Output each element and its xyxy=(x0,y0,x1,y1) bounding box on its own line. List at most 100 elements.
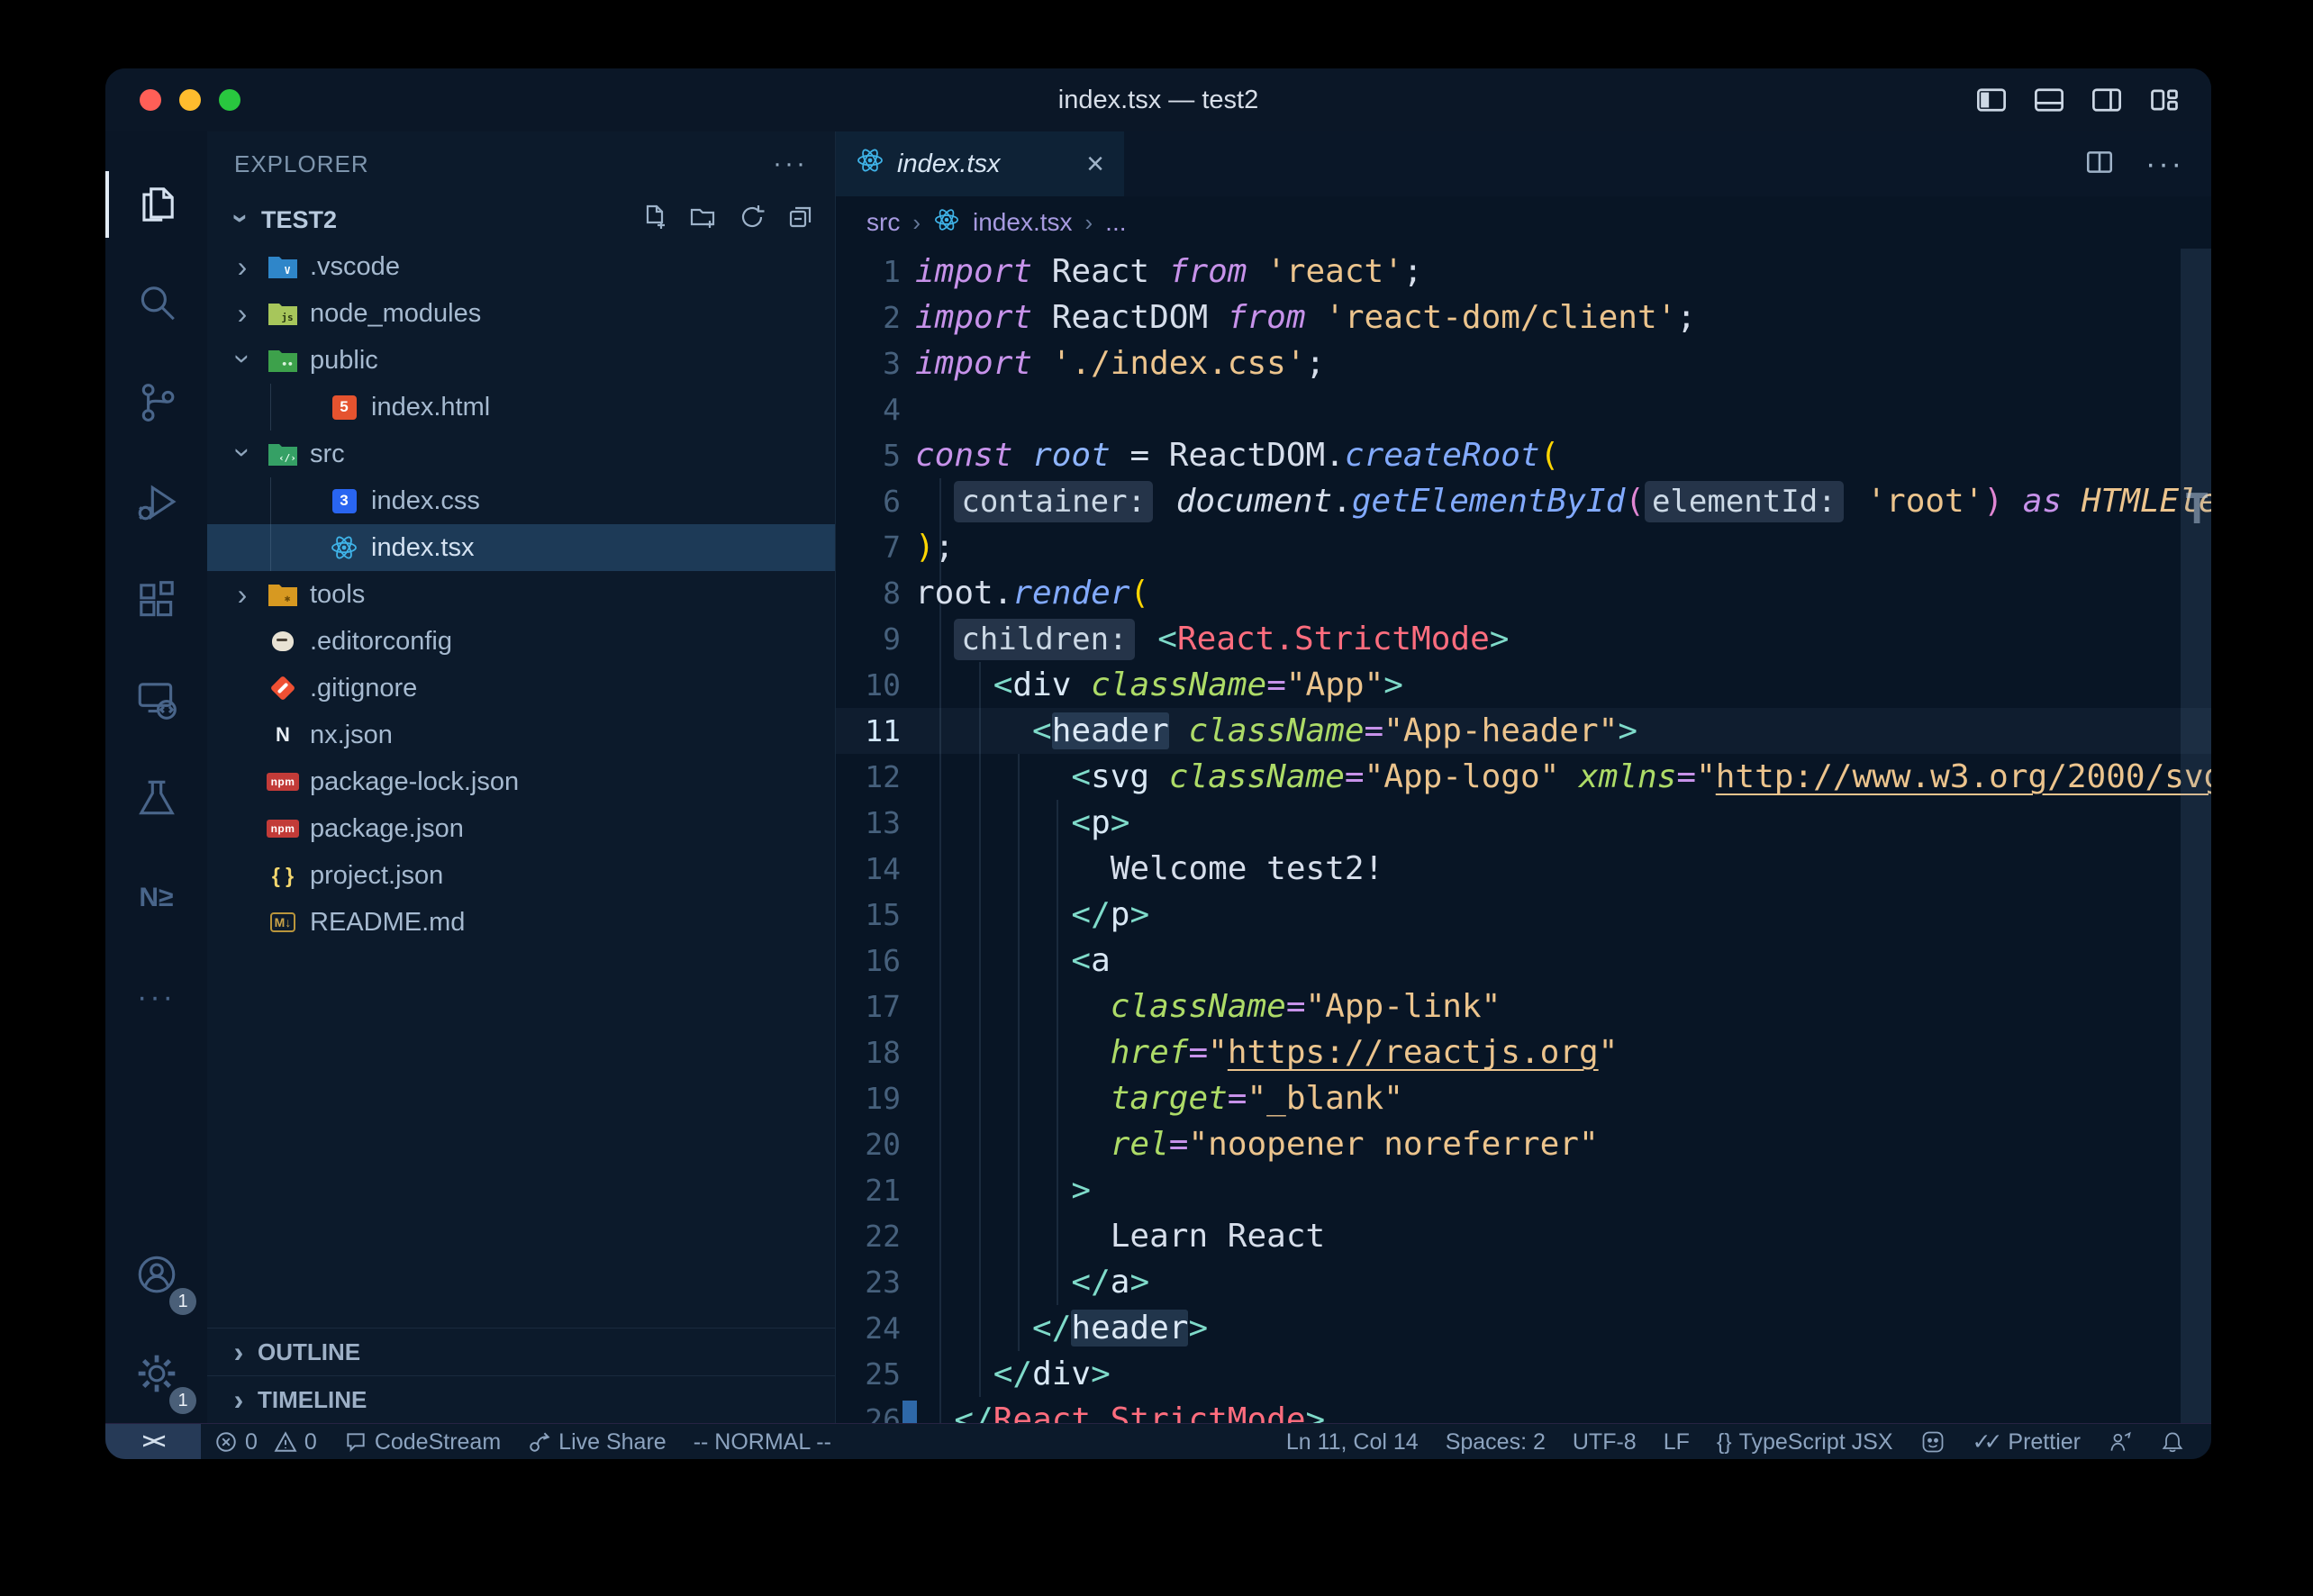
tree-item-tools[interactable]: ›✱tools xyxy=(207,571,835,618)
live-share-status[interactable]: Live Share xyxy=(514,1424,680,1459)
code-line-2[interactable]: 2import ReactDOM from 'react-dom/client'… xyxy=(836,295,2211,340)
code-line-18[interactable]: 18 href="https://reactjs.org" xyxy=(836,1029,2211,1075)
explorer-more-icon[interactable]: ··· xyxy=(773,149,808,179)
code-line-3[interactable]: 3import './index.css'; xyxy=(836,340,2211,386)
encoding[interactable]: UTF-8 xyxy=(1559,1424,1650,1459)
toggle-primary-sidebar-icon[interactable] xyxy=(1975,84,2008,116)
search-icon[interactable] xyxy=(105,254,207,353)
breadcrumb-symbol[interactable]: ... xyxy=(1105,208,1126,237)
zoom-window-button[interactable] xyxy=(219,89,240,111)
close-window-button[interactable] xyxy=(140,89,161,111)
code-line-11[interactable]: 11 <header className="App-header"> xyxy=(836,708,2211,754)
code-line-19[interactable]: 19 target="_blank" xyxy=(836,1075,2211,1121)
project-root-row[interactable]: › TEST2 xyxy=(207,196,835,243)
tree-item-index.html[interactable]: ›5index.html xyxy=(207,384,835,431)
prettier-status[interactable]: ✓✓ Prettier xyxy=(1959,1424,2095,1459)
code-text: <a xyxy=(915,938,1111,984)
code-line-15[interactable]: 15 </p> xyxy=(836,892,2211,938)
extensions-icon[interactable] xyxy=(105,551,207,650)
code-line-17[interactable]: 17 className="App-link" xyxy=(836,984,2211,1029)
editor-more-actions-icon[interactable]: ··· xyxy=(2145,147,2184,182)
tree-item-public[interactable]: ›••public xyxy=(207,337,835,384)
tree-item-src[interactable]: ›‹/›src xyxy=(207,431,835,477)
nx-console-icon[interactable]: N≥ xyxy=(105,848,207,948)
code-line-25[interactable]: 25 </div> xyxy=(836,1351,2211,1397)
code-line-14[interactable]: 14 Welcome test2! xyxy=(836,846,2211,892)
code-line-13[interactable]: 13 <p> xyxy=(836,800,2211,846)
codestream-status[interactable]: CodeStream xyxy=(331,1424,514,1459)
line-number: 19 xyxy=(836,1075,915,1121)
cursor-position[interactable]: Ln 11, Col 14 xyxy=(1273,1424,1432,1459)
code-line-8[interactable]: 8root.render( xyxy=(836,570,2211,616)
code-line-4[interactable]: 4 xyxy=(836,386,2211,432)
tree-item-index.css[interactable]: ›3index.css xyxy=(207,477,835,524)
code-line-20[interactable]: 20 rel="noopener noreferrer" xyxy=(836,1121,2211,1167)
settings-gear-icon[interactable]: 1 xyxy=(105,1324,207,1423)
code-line-21[interactable]: 21 > xyxy=(836,1167,2211,1213)
titlebar[interactable]: index.tsx — test2 xyxy=(105,68,2211,131)
timeline-panel-header[interactable]: ›TIMELINE xyxy=(207,1375,835,1423)
toggle-panel-icon[interactable] xyxy=(2033,84,2065,116)
code-text: <svg className="App-logo" xmlns="http://… xyxy=(915,754,2211,800)
testing-icon[interactable] xyxy=(105,749,207,848)
code-line-26[interactable]: 26 </React.StrictMode> xyxy=(836,1397,2211,1423)
folder-tools-icon: ✱ xyxy=(265,579,301,610)
tab-index-tsx[interactable]: index.tsx × xyxy=(836,131,1124,196)
run-debug-icon[interactable] xyxy=(105,452,207,551)
tree-item-package.json[interactable]: ›npmpackage.json xyxy=(207,805,835,852)
new-folder-icon[interactable] xyxy=(689,203,718,238)
collapse-folders-icon[interactable] xyxy=(786,203,815,238)
tree-item-.gitignore[interactable]: ›.gitignore xyxy=(207,665,835,712)
tree-item-index.tsx[interactable]: ›index.tsx xyxy=(207,524,835,571)
code-line-5[interactable]: 5const root = ReactDOM.createRoot( xyxy=(836,432,2211,478)
folder-vscode-icon: V xyxy=(265,251,301,282)
code-line-22[interactable]: 22 Learn React xyxy=(836,1213,2211,1259)
line-number: 18 xyxy=(836,1029,915,1075)
code-line-24[interactable]: 24 </header> xyxy=(836,1305,2211,1351)
problems-indicator[interactable]: 0 0 xyxy=(201,1424,331,1459)
split-editor-icon[interactable] xyxy=(2084,147,2115,182)
accounts-icon[interactable]: 1 xyxy=(105,1225,207,1324)
tree-item-project.json[interactable]: ›{ }project.json xyxy=(207,852,835,899)
code-line-16[interactable]: 16 <a xyxy=(836,938,2211,984)
tree-item-README.md[interactable]: ›M↓README.md xyxy=(207,899,835,946)
tree-item-.editorconfig[interactable]: ›.editorconfig xyxy=(207,618,835,665)
code-text: ); xyxy=(915,524,954,570)
remote-explorer-icon[interactable] xyxy=(105,650,207,749)
code-line-23[interactable]: 23 </a> xyxy=(836,1259,2211,1305)
code-text: children: <React.StrictMode> xyxy=(915,616,1509,662)
code-editor[interactable]: 1import React from 'react';2import React… xyxy=(836,249,2211,1423)
refresh-icon[interactable] xyxy=(738,203,766,238)
vim-mode[interactable]: -- NORMAL -- xyxy=(680,1424,845,1459)
notifications-bell-icon[interactable] xyxy=(2146,1424,2199,1459)
indentation[interactable]: Spaces: 2 xyxy=(1432,1424,1559,1459)
new-file-icon[interactable] xyxy=(640,203,669,238)
tree-item-.vscode[interactable]: ›V.vscode xyxy=(207,243,835,290)
tree-item-package-lock.json[interactable]: ›npmpackage-lock.json xyxy=(207,758,835,805)
code-line-10[interactable]: 10 <div className="App"> xyxy=(836,662,2211,708)
breadcrumb-src[interactable]: src xyxy=(866,208,900,237)
minimize-window-button[interactable] xyxy=(179,89,201,111)
source-control-icon[interactable] xyxy=(105,353,207,452)
feedback-smiley-icon[interactable] xyxy=(1907,1424,1959,1459)
language-mode[interactable]: {} TypeScript JSX xyxy=(1703,1424,1907,1459)
tree-item-node_modules[interactable]: ›jsnode_modules xyxy=(207,290,835,337)
eol-sequence[interactable]: LF xyxy=(1650,1424,1703,1459)
tree-item-nx.json[interactable]: ›Nnx.json xyxy=(207,712,835,758)
code-line-1[interactable]: 1import React from 'react'; xyxy=(836,249,2211,295)
code-line-9[interactable]: 9 children: <React.StrictMode> xyxy=(836,616,2211,662)
vertical-scrollbar[interactable] xyxy=(2181,249,2211,1423)
remote-indicator[interactable]: >< xyxy=(105,1424,201,1459)
more-views-icon[interactable]: ··· xyxy=(105,948,207,1047)
code-text: </div> xyxy=(915,1351,1111,1397)
code-line-12[interactable]: 12 <svg className="App-logo" xmlns="http… xyxy=(836,754,2211,800)
code-line-7[interactable]: 7); xyxy=(836,524,2211,570)
close-tab-icon[interactable]: × xyxy=(1086,147,1104,182)
toggle-secondary-sidebar-icon[interactable] xyxy=(2091,84,2123,116)
explorer-icon[interactable] xyxy=(105,155,207,254)
customize-layout-icon[interactable] xyxy=(2148,84,2181,116)
breadcrumb-file[interactable]: index.tsx xyxy=(973,208,1073,237)
code-line-6[interactable]: 6 container: document.getElementById(ele… xyxy=(836,478,2211,524)
feedback-person-icon[interactable] xyxy=(2094,1424,2146,1459)
outline-panel-header[interactable]: ›OUTLINE xyxy=(207,1328,835,1375)
